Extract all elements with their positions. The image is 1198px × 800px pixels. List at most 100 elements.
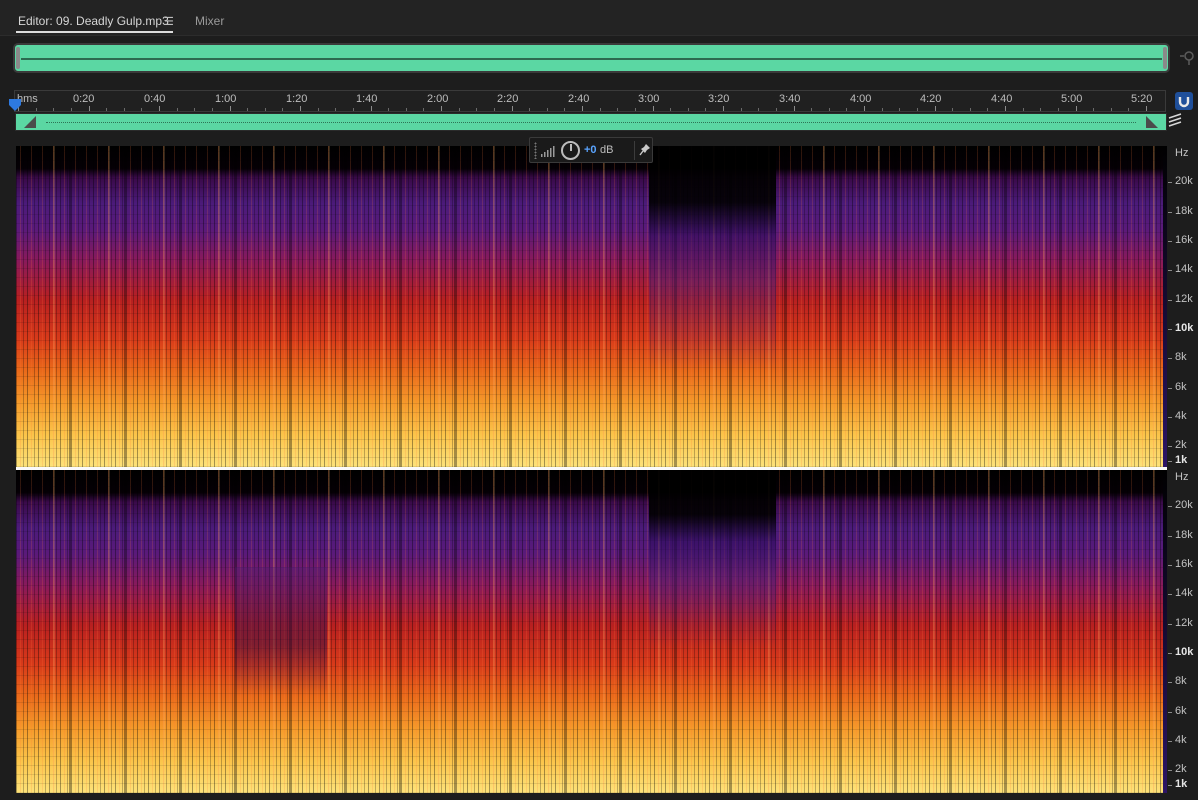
frequency-tick [1168,536,1172,537]
frequency-scale-right[interactable]: Hz 20k 18k 16k 14k 12k 10k 8k 6k 4k 2k 1k [1168,470,1198,793]
ruler-minor-tick [1022,108,1024,111]
ruler-minor-tick [1110,108,1112,111]
ruler-minor-tick [881,108,883,111]
spectral-display-channel-right[interactable] [16,470,1167,793]
tab-editor-label: Editor: 09. Deadly Gulp.mp3 [18,14,169,28]
selection-start-handle[interactable] [24,116,36,128]
playhead-icon[interactable] [9,99,21,111]
ruler-minor-tick [916,108,918,111]
frequency-tick [1168,241,1172,242]
snap-magnet-icon[interactable] [1175,92,1193,110]
ruler-tick-label: 0:40 [144,93,166,105]
tab-mixer-label: Mixer [195,14,225,28]
ruler-minor-tick [423,108,425,111]
ruler-tick-label: 0:20 [73,93,95,105]
frequency-label: 6k [1175,705,1187,717]
frequency-label: 14k [1175,263,1193,275]
editor-tab-bar: Editor: 09. Deadly Gulp.mp3 ☰ Mixer [0,0,1198,36]
frequency-tick [1168,182,1172,183]
ruler-major-tick [793,106,795,111]
ruler-minor-tick [634,108,636,111]
ruler-major-tick [1005,106,1006,111]
frequency-label: 14k [1175,587,1193,599]
ruler-minor-tick [529,108,531,111]
frequency-tick [1168,300,1172,301]
ruler-minor-tick [405,108,407,111]
frequency-tick [1168,417,1172,418]
frequency-label: 8k [1175,675,1187,687]
ruler-major-tick [300,106,301,111]
time-ruler[interactable]: hms 0:20 0:40 1:00 1:20 1:40 2:00 2:20 2… [14,90,1166,112]
frequency-label: 18k [1175,205,1193,217]
ruler-minor-tick [141,108,143,111]
ruler-minor-tick [194,108,196,111]
frequency-label: 4k [1175,734,1187,746]
frequency-label: 20k [1175,499,1193,511]
gain-value: +0 [584,144,597,156]
frequency-tick [1168,212,1172,213]
selection-bar[interactable] [15,113,1167,131]
frequency-scale-left[interactable]: Hz 20k 18k 16k 14k 12k 10k 8k 6k 4k 2k 1k [1168,146,1198,467]
ruler-minor-tick [176,108,178,111]
frequency-tick [1168,446,1172,447]
ruler-minor-tick [1128,108,1130,111]
tab-mixer[interactable]: Mixer [195,14,224,28]
frequency-tick [1168,329,1172,330]
overview-left-handle[interactable] [16,47,20,69]
ruler-major-tick [370,106,372,111]
ruler-tick-label: 1:20 [286,93,308,105]
tab-editor[interactable]: Editor: 09. Deadly Gulp.mp3 ☰ [16,14,174,33]
overview-waveform[interactable] [13,43,1170,73]
ruler-minor-tick [687,108,689,111]
frequency-tick [1168,741,1172,742]
volume-knob[interactable] [561,141,580,160]
selection-end-handle[interactable] [1146,116,1158,128]
frequency-label: 1k [1175,454,1188,466]
volume-hud: +0 dB [529,137,653,163]
ruler-minor-tick [247,108,249,111]
frequency-tick [1168,270,1172,271]
ruler-minor-tick [811,108,813,111]
ruler-tick-label: 5:20 [1131,93,1153,105]
ruler-major-tick [511,106,513,111]
frequency-label: 1k [1175,778,1188,790]
ruler-minor-tick [670,108,672,111]
ruler-minor-tick [758,108,760,111]
frequency-label: 4k [1175,410,1187,422]
ruler-major-tick [582,106,583,111]
ruler-minor-tick [969,108,971,111]
hud-separator [634,141,635,160]
frequency-tick [1168,770,1172,771]
hamburger-menu-icon[interactable]: ☰ [164,15,174,28]
ruler-tick-label: 1:40 [356,93,378,105]
selection-bar-line [46,122,1136,123]
frequency-label: 2k [1175,763,1187,775]
ruler-minor-tick [617,108,619,111]
ruler-minor-tick [53,108,55,111]
ruler-minor-tick [335,108,337,111]
ruler-tick-label: 3:00 [638,93,660,105]
active-tab-indicator [16,31,173,33]
ruler-minor-tick [106,108,108,111]
frequency-label: 18k [1175,529,1193,541]
frequency-tick [1168,653,1172,654]
ruler-tick-label: 5:00 [1061,93,1083,105]
level-meter-icon [541,146,555,157]
ruler-minor-tick [828,108,830,111]
ruler-major-tick [864,106,865,111]
ruler-minor-tick [564,108,566,111]
ruler-tick-label: 2:20 [497,93,519,105]
spectral-display-channel-left[interactable] [16,146,1167,467]
zoom-navigator-icon[interactable] [1180,48,1194,66]
frequency-tick [1168,624,1172,625]
ruler-tick-label: 4:40 [991,93,1013,105]
hud-drag-handle[interactable] [534,142,537,159]
frequency-tick [1168,358,1172,359]
overview-waveform-line [21,58,1162,60]
frequency-label: 12k [1175,617,1193,629]
frequency-label: 6k [1175,381,1187,393]
spectrogram-left [16,146,1167,467]
overview-right-handle[interactable] [1163,47,1167,69]
frequency-label: 16k [1175,558,1193,570]
pin-icon[interactable] [639,143,651,157]
